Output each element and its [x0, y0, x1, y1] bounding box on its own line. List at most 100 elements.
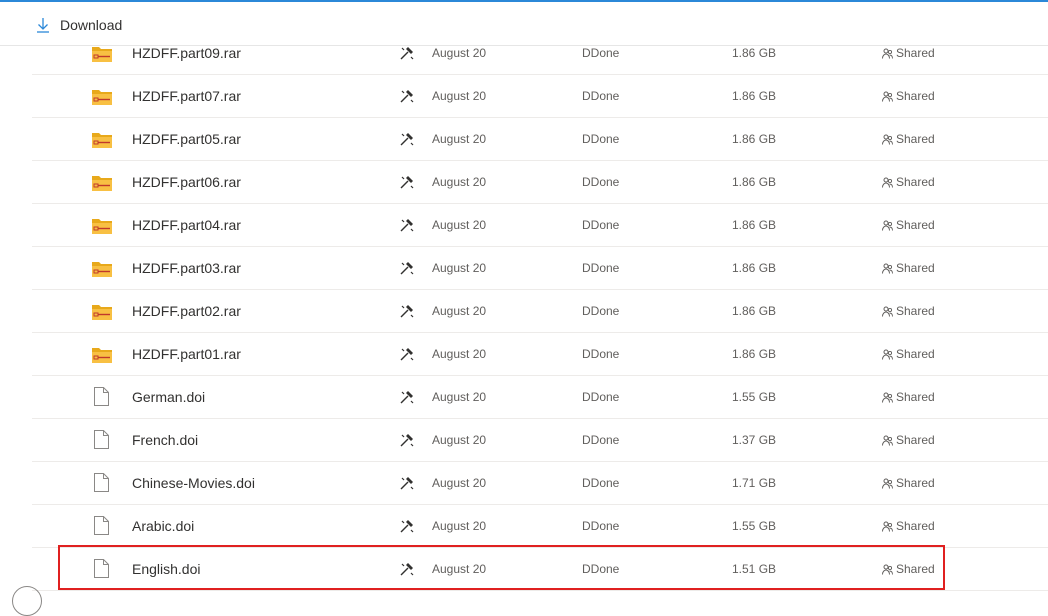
shared-people-icon — [882, 48, 896, 59]
file-row[interactable]: HZDFF.part01.rar August 20 DDone 1.86 GB Sha… — [32, 333, 1048, 376]
sharing-status[interactable]: Shared — [882, 433, 935, 447]
pin-icon[interactable] — [400, 304, 414, 318]
file-row[interactable]: French.doi August 20 DDone 1.37 GB Shared — [32, 419, 1048, 462]
file-name[interactable]: HZDFF.part06.rar — [132, 174, 241, 190]
sharing-label: Shared — [896, 347, 935, 361]
file-row[interactable]: HZDFF.part02.rar August 20 DDone 1.86 GB Sha… — [32, 290, 1048, 333]
file-row[interactable]: HZDFF.part07.rar August 20 DDone 1.86 GB Sha… — [32, 75, 1048, 118]
file-row[interactable]: HZDFF.part03.rar August 20 DDone 1.86 GB Sha… — [32, 247, 1048, 290]
file-name[interactable]: HZDFF.part04.rar — [132, 217, 241, 233]
modified-date: August 20 — [432, 89, 487, 103]
shared-people-icon — [882, 263, 896, 274]
shared-people-icon — [882, 349, 896, 360]
sharing-status[interactable]: Shared — [882, 46, 935, 60]
shared-people-icon — [882, 220, 896, 231]
sharing-label: Shared — [896, 261, 935, 275]
file-size: 1.55 GB — [732, 390, 777, 404]
shared-people-icon — [882, 521, 896, 532]
sharing-label: Shared — [896, 304, 935, 318]
sharing-label: Shared — [896, 433, 935, 447]
folder-zip-icon — [92, 175, 112, 191]
file-row[interactable]: HZDFF.part05.rar August 20 DDone 1.86 GB Sha… — [32, 118, 1048, 161]
file-name[interactable]: German.doi — [132, 389, 205, 405]
modified-by: DDone — [582, 390, 620, 404]
file-size: 1.86 GB — [732, 175, 777, 189]
file-name[interactable]: French.doi — [132, 432, 198, 448]
file-name[interactable]: HZDFF.part02.rar — [132, 303, 241, 319]
modified-date: August 20 — [432, 46, 487, 60]
modified-date: August 20 — [432, 433, 487, 447]
pin-icon[interactable] — [400, 519, 414, 533]
modified-by: DDone — [582, 89, 620, 103]
sharing-status[interactable]: Shared — [882, 89, 935, 103]
modified-by: DDone — [582, 46, 620, 60]
file-size: 1.55 GB — [732, 519, 777, 533]
file-row[interactable]: HZDFF.part06.rar August 20 DDone 1.86 GB Sha… — [32, 161, 1048, 204]
file-icon — [94, 516, 109, 535]
sharing-status[interactable]: Shared — [882, 476, 935, 490]
pin-icon[interactable] — [400, 46, 414, 60]
sharing-status[interactable]: Shared — [882, 218, 935, 232]
pin-icon[interactable] — [400, 132, 414, 146]
pin-icon[interactable] — [400, 476, 414, 490]
file-size: 1.86 GB — [732, 132, 777, 146]
file-size: 1.86 GB — [732, 218, 777, 232]
file-name[interactable]: Arabic.doi — [132, 518, 194, 534]
shared-people-icon — [882, 134, 896, 145]
file-icon — [94, 473, 109, 492]
modified-by: DDone — [582, 476, 620, 490]
shared-people-icon — [882, 392, 896, 403]
folder-zip-icon — [92, 261, 112, 277]
sharing-status[interactable]: Shared — [882, 347, 935, 361]
pin-icon[interactable] — [400, 261, 414, 275]
folder-zip-icon — [92, 347, 112, 363]
sharing-status[interactable]: Shared — [882, 132, 935, 146]
file-size: 1.37 GB — [732, 433, 777, 447]
file-row[interactable]: HZDFF.part09.rar August 20 DDone 1.86 GB Sha… — [32, 32, 1048, 75]
file-size: 1.86 GB — [732, 46, 777, 60]
modified-date: August 20 — [432, 175, 487, 189]
file-row[interactable]: Chinese-Movies.doi August 20 DDone 1.71 GB S… — [32, 462, 1048, 505]
file-size: 1.86 GB — [732, 304, 777, 318]
pin-icon[interactable] — [400, 390, 414, 404]
file-name[interactable]: HZDFF.part03.rar — [132, 260, 241, 276]
sharing-label: Shared — [896, 89, 935, 103]
sharing-status[interactable]: Shared — [882, 519, 935, 533]
file-row[interactable]: HZDFF.part04.rar August 20 DDone 1.86 GB Sha… — [32, 204, 1048, 247]
modified-by: DDone — [582, 261, 620, 275]
folder-zip-icon — [92, 89, 112, 105]
file-name[interactable]: Chinese-Movies.doi — [132, 475, 255, 491]
pin-icon[interactable] — [400, 218, 414, 232]
modified-date: August 20 — [432, 261, 487, 275]
shared-people-icon — [882, 478, 896, 489]
sharing-status[interactable]: Shared — [882, 304, 935, 318]
file-size: 1.71 GB — [732, 476, 777, 490]
pin-icon[interactable] — [400, 433, 414, 447]
file-name[interactable]: HZDFF.part01.rar — [132, 346, 241, 362]
file-name[interactable]: HZDFF.part09.rar — [132, 45, 241, 61]
modified-date: August 20 — [432, 476, 487, 490]
sharing-status[interactable]: Shared — [882, 261, 935, 275]
sharing-label: Shared — [896, 390, 935, 404]
file-row[interactable]: Arabic.doi August 20 DDone 1.55 GB Shared — [32, 505, 1048, 548]
file-size: 1.86 GB — [732, 261, 777, 275]
sharing-label: Shared — [896, 218, 935, 232]
sharing-label: Shared — [896, 175, 935, 189]
download-icon — [37, 18, 49, 33]
sharing-status[interactable]: Shared — [882, 390, 935, 404]
modified-date: August 20 — [432, 390, 487, 404]
file-row[interactable]: German.doi August 20 DDone 1.55 GB Shared — [32, 376, 1048, 419]
folder-zip-icon — [92, 218, 112, 234]
modified-by: DDone — [582, 304, 620, 318]
pin-icon[interactable] — [400, 175, 414, 189]
folder-zip-icon — [92, 132, 112, 148]
pin-icon[interactable] — [400, 89, 414, 103]
sharing-label: Shared — [896, 132, 935, 146]
sharing-status[interactable]: Shared — [882, 175, 935, 189]
modified-date: August 20 — [432, 218, 487, 232]
file-name[interactable]: HZDFF.part05.rar — [132, 131, 241, 147]
file-name[interactable]: HZDFF.part07.rar — [132, 88, 241, 104]
pin-icon[interactable] — [400, 347, 414, 361]
selection-highlight — [58, 545, 945, 590]
modified-date: August 20 — [432, 132, 487, 146]
